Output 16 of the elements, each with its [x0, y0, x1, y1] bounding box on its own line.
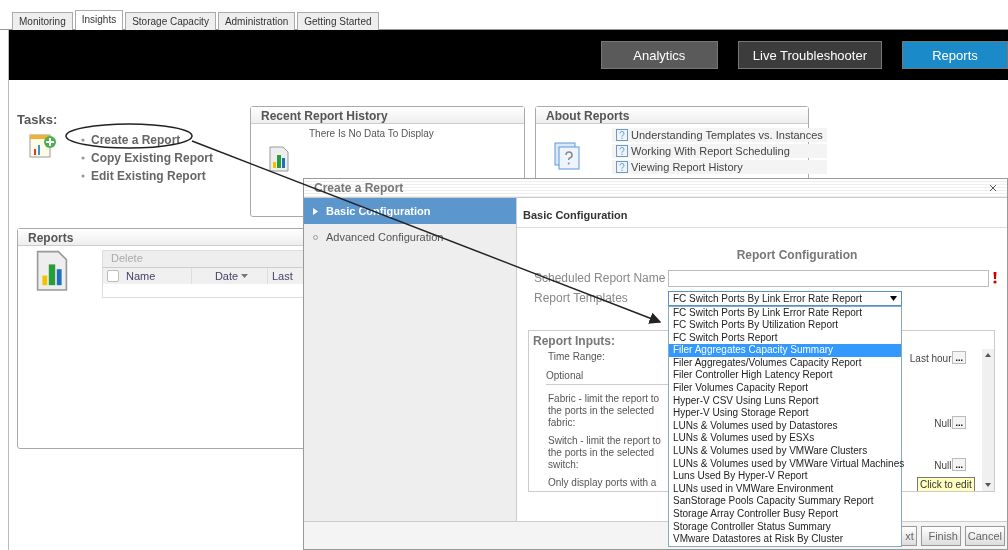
input-label: Time Range:: [548, 351, 606, 364]
input-value: Last hour: [909, 353, 952, 364]
empty-message: There Is No Data To Display: [309, 128, 434, 141]
input-label: Switch - limit the report to the ports in the selected switch:: [548, 435, 662, 471]
input-value: Null: [934, 418, 952, 429]
input-label: Only display ports with a: [548, 477, 658, 489]
section-title: Basic Configuration: [517, 198, 1007, 228]
panel-title: Recent Report History: [251, 107, 524, 124]
panel-title: About Reports: [536, 107, 808, 124]
tasks-title: Tasks:: [17, 112, 59, 127]
form-title: Report Configuration: [735, 248, 859, 262]
input-label: Fabric - limit the report to the ports in the selected fabric:: [548, 393, 661, 429]
panel-title: Report Inputs:: [532, 333, 616, 350]
input-value: Null: [934, 460, 952, 471]
tooltip: Click to edit: [917, 477, 975, 491]
dialog-title: Create a Report: [314, 181, 404, 195]
